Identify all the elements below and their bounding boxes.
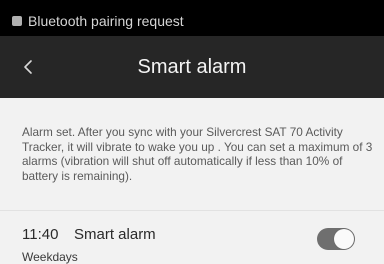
page-title: Smart alarm [137, 56, 247, 78]
status-bar: Bluetooth pairing request [0, 0, 384, 36]
alarm-time: 11:40 [22, 226, 59, 243]
divider [0, 210, 384, 211]
alarm-description: Alarm set. After you sync with your Silv… [22, 125, 373, 183]
content-area: Alarm set. After you sync with your Silv… [0, 98, 384, 264]
alarm-repeat-days: Weekdays [22, 250, 78, 264]
toggle-knob [334, 229, 354, 249]
alarm-toggle[interactable] [317, 228, 355, 250]
bluetooth-notification-icon [12, 16, 22, 26]
alarm-label: Smart alarm [74, 226, 156, 243]
smart-alarm-screen: Bluetooth pairing request Smart alarm Al… [0, 0, 384, 264]
alarm-list-item[interactable]: 11:40 Smart alarm Weekdays [0, 220, 384, 264]
notification-text[interactable]: Bluetooth pairing request [28, 13, 184, 29]
action-bar: Smart alarm [0, 36, 384, 98]
